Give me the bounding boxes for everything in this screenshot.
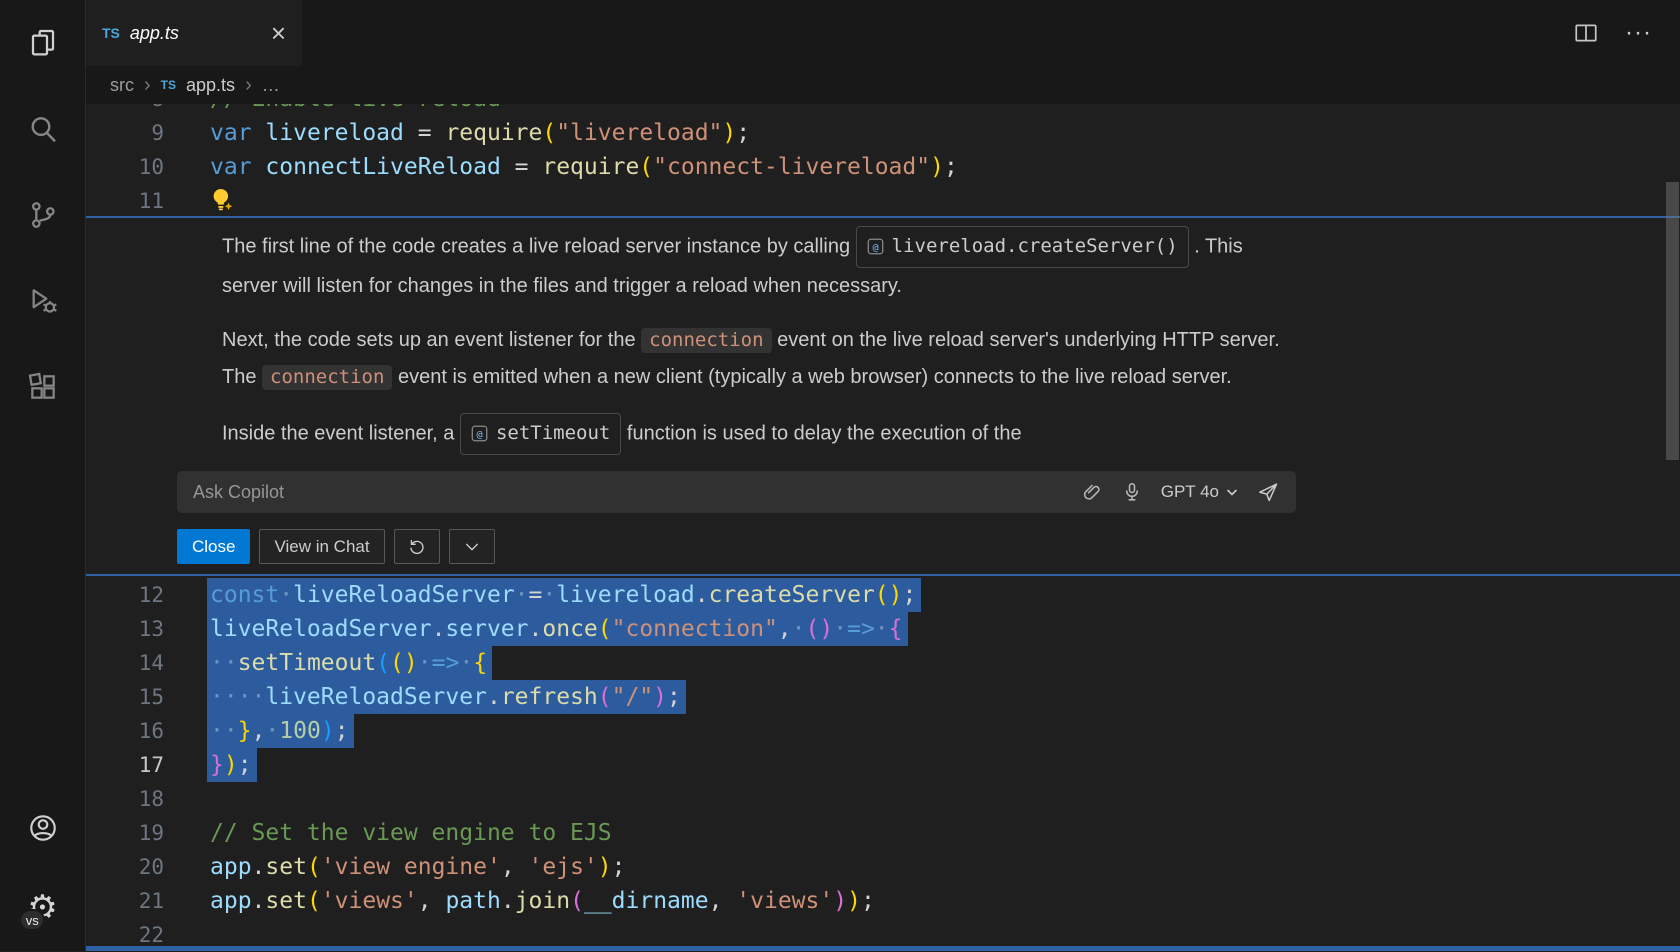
chat-paragraph: Inside the event listener, a @ setTimeou… xyxy=(222,413,1282,455)
svg-text:@: @ xyxy=(872,242,878,253)
code-text[interactable]: ··},·100); xyxy=(207,714,354,748)
symbol-chip[interactable]: @ livereload.createServer() xyxy=(856,226,1189,268)
microphone-icon[interactable] xyxy=(1121,481,1143,503)
code-text[interactable]: liveReloadServer.server.once("connection… xyxy=(207,612,908,646)
code-line-17[interactable]: 17}); xyxy=(86,748,1666,782)
line-number[interactable]: 21 xyxy=(86,884,164,918)
more-actions-icon[interactable]: ··· xyxy=(1625,19,1652,47)
code-line-9[interactable]: 9 var livereload = require("livereload"); xyxy=(86,116,1666,150)
line-number[interactable]: 20 xyxy=(86,850,164,884)
symbol-icon: @ xyxy=(867,238,884,255)
symbol-chip-label: livereload.createServer() xyxy=(892,228,1178,265)
code-text[interactable]: const·liveReloadServer·=·livereload.crea… xyxy=(207,578,921,612)
code-line-12[interactable]: 12 const·liveReloadServer·=·livereload.cr… xyxy=(86,578,1666,612)
code-line-14[interactable]: 14 ··setTimeout(()·=>·{ xyxy=(86,646,1666,680)
code-line-10[interactable]: 10 var connectLiveReload = require("conne… xyxy=(86,150,1666,184)
code-line-21[interactable]: 21 app.set('views', path.join(__dirname, … xyxy=(86,884,1666,918)
attach-context-icon[interactable] xyxy=(1081,481,1103,503)
model-label: GPT 4o xyxy=(1161,482,1219,502)
inline-chat-response: The first line of the code creates a liv… xyxy=(222,226,1282,472)
split-editor-icon[interactable] xyxy=(1573,20,1599,46)
symbol-chip-label: setTimeout xyxy=(496,415,610,452)
tab-close-icon[interactable]: × xyxy=(271,20,286,46)
line-number[interactable]: 9 xyxy=(86,116,164,150)
chevron-down-icon xyxy=(463,538,481,556)
line-number[interactable]: 11 xyxy=(86,184,164,218)
line-number[interactable]: 15 xyxy=(86,680,164,714)
symbol-chip[interactable]: @ setTimeout xyxy=(460,413,621,455)
code-text[interactable]: // Set the view engine to EJS xyxy=(207,816,617,850)
breadcrumb-symbol-ellipsis[interactable]: … xyxy=(262,75,280,96)
chevron-down-icon xyxy=(1226,488,1238,497)
code-line-11[interactable]: 11 xyxy=(86,184,1666,218)
explorer-icon[interactable] xyxy=(26,26,60,60)
breadcrumb-src[interactable]: src xyxy=(110,75,134,96)
ts-file-icon: TS xyxy=(102,25,120,41)
line-number[interactable]: 14 xyxy=(86,646,164,680)
tab-label: app.ts xyxy=(130,23,179,44)
line-number[interactable]: 17 xyxy=(86,748,164,782)
view-in-chat-button[interactable]: View in Chat xyxy=(259,529,384,564)
vertical-scrollbar[interactable] xyxy=(1666,182,1679,460)
line-number[interactable]: 12 xyxy=(86,578,164,612)
code-line-18[interactable]: 18 xyxy=(86,782,1666,816)
code-text[interactable]: var connectLiveReload = require("connect… xyxy=(207,150,963,184)
inline-code: connection xyxy=(641,328,771,353)
code-line-19[interactable]: 19 // Set the view engine to EJS xyxy=(86,816,1666,850)
inline-chat-top-border xyxy=(86,216,1680,218)
search-icon[interactable] xyxy=(26,112,60,146)
profile-badge[interactable]: vs xyxy=(19,909,45,931)
chevron-right-icon: › xyxy=(144,75,151,95)
activity-bar: ⚙ vs xyxy=(0,0,86,951)
breadcrumb-file[interactable]: app.ts xyxy=(186,75,235,96)
tab-bar: TS app.ts × ··· xyxy=(86,0,1680,66)
ts-file-icon: TS xyxy=(161,78,176,92)
inline-chat-bottom-border xyxy=(86,574,1680,576)
extensions-icon[interactable] xyxy=(26,370,60,404)
line-number[interactable]: 18 xyxy=(86,782,164,816)
refresh-icon xyxy=(408,538,426,556)
line-number[interactable]: 10 xyxy=(86,150,164,184)
code-text[interactable]: var livereload = require("livereload"); xyxy=(207,116,755,150)
rerun-request-button[interactable] xyxy=(394,529,440,564)
code-line-16[interactable]: 16 ··},·100); xyxy=(86,714,1666,748)
line-number[interactable]: 13 xyxy=(86,612,164,646)
model-picker[interactable]: GPT 4o xyxy=(1161,482,1238,502)
chat-paragraph: Next, the code sets up an event listener… xyxy=(222,322,1282,396)
code-text[interactable]: app.set('view engine', 'ejs'); xyxy=(207,850,631,884)
line-number[interactable]: 16 xyxy=(86,714,164,748)
line-number[interactable]: 19 xyxy=(86,816,164,850)
svg-text:@: @ xyxy=(476,429,482,440)
tab-app-ts[interactable]: TS app.ts × xyxy=(86,0,302,66)
ask-copilot-placeholder: Ask Copilot xyxy=(193,482,1063,503)
ask-copilot-input[interactable]: Ask Copilot GPT 4o xyxy=(177,471,1296,513)
code-text[interactable]: }); xyxy=(207,748,257,782)
code-line-15[interactable]: 15 ····liveReloadServer.refresh("/"); xyxy=(86,680,1666,714)
send-icon[interactable] xyxy=(1256,480,1280,504)
chat-paragraph: The first line of the code creates a liv… xyxy=(222,226,1282,305)
close-button[interactable]: Close xyxy=(177,529,250,564)
more-options-dropdown-button[interactable] xyxy=(449,529,495,564)
settings-gear-icon[interactable]: ⚙ vs xyxy=(27,891,57,925)
accounts-icon[interactable] xyxy=(26,811,60,845)
source-control-icon[interactable] xyxy=(26,198,60,232)
code-line-20[interactable]: 20 app.set('view engine', 'ejs'); xyxy=(86,850,1666,884)
run-and-debug-icon[interactable] xyxy=(26,284,60,318)
bottom-accent-border xyxy=(86,946,1680,951)
chevron-right-icon: › xyxy=(245,75,252,95)
code-line-13[interactable]: 13 liveReloadServer.server.once("connecti… xyxy=(86,612,1666,646)
lightbulb-sparkle-icon[interactable] xyxy=(208,186,236,214)
symbol-icon: @ xyxy=(471,425,488,442)
code-text[interactable]: ··setTimeout(()·=>·{ xyxy=(207,646,492,680)
inline-code: connection xyxy=(262,365,392,390)
code-text[interactable]: app.set('views', path.join(__dirname, 'v… xyxy=(207,884,880,918)
code-text[interactable]: ····liveReloadServer.refresh("/"); xyxy=(207,680,686,714)
breadcrumb: src › TS app.ts › … xyxy=(86,66,1680,104)
